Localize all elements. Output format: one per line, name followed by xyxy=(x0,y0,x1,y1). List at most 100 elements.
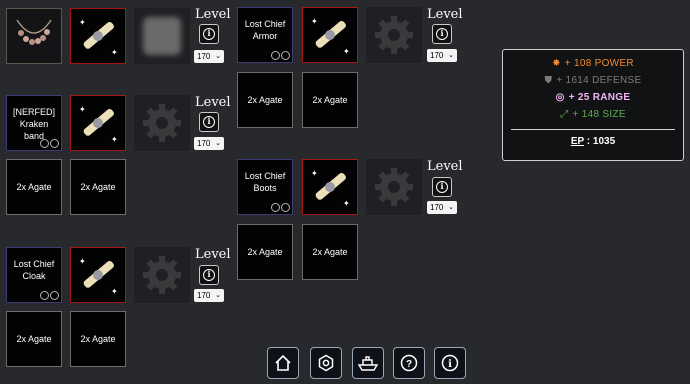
socket-circles xyxy=(40,139,59,148)
ship-icon xyxy=(357,356,379,371)
scroll-slot[interactable]: ✦ ✦ xyxy=(302,7,358,63)
level-label: Level xyxy=(427,159,463,174)
svg-text:i: i xyxy=(448,359,452,370)
settings-button[interactable] xyxy=(310,347,342,379)
info-button[interactable]: i xyxy=(432,177,452,197)
svg-text:✦: ✦ xyxy=(311,17,318,26)
stat-defense: ⛊ + 1614 DEFENSE xyxy=(503,72,683,89)
item-slot-lost-chief-boots[interactable]: Lost Chief Boots xyxy=(237,159,293,215)
info-nav-button[interactable]: i xyxy=(434,347,466,379)
scroll-slot[interactable]: ✦ ✦ xyxy=(70,247,126,303)
level-label: Level xyxy=(195,95,231,110)
shield-icon: ⛊ xyxy=(544,75,553,86)
scroll-slot[interactable]: ✦ ✦ xyxy=(70,8,126,64)
svg-text:?: ? xyxy=(406,359,412,370)
level-label: Level xyxy=(427,7,463,22)
necklace-icon xyxy=(16,19,52,45)
svg-text:✦: ✦ xyxy=(311,169,318,178)
power-icon: ✸ xyxy=(552,58,561,69)
ep-total: EP : 1035 xyxy=(503,134,683,150)
item-slot-kraken-band[interactable]: [NERFED] Kraken band xyxy=(6,95,62,151)
gem-slot[interactable]: 2x Agate xyxy=(70,159,126,215)
stat-size-text: + 148 SIZE xyxy=(572,109,626,120)
stat-power-text: + 108 POWER xyxy=(564,58,634,69)
socket-circles xyxy=(271,51,290,60)
stats-panel: ✸ + 108 POWER ⛊ + 1614 DEFENSE ◎ + 25 RANGE… xyxy=(502,49,684,161)
blurred-slot[interactable] xyxy=(134,8,190,64)
home-icon xyxy=(275,354,291,371)
stat-range-text: + 25 RANGE xyxy=(568,92,631,103)
info-button[interactable]: i xyxy=(199,24,219,44)
stat-defense-text: + 1614 DEFENSE xyxy=(556,75,642,86)
stat-size: ⤢ + 148 SIZE xyxy=(503,106,683,123)
svg-text:✦: ✦ xyxy=(111,287,118,296)
empty-upgrade-slot[interactable] xyxy=(366,7,422,63)
empty-upgrade-slot[interactable] xyxy=(134,95,190,151)
settings-icon xyxy=(318,354,334,372)
info-icon: i xyxy=(203,28,215,40)
gem-label: 2x Agate xyxy=(16,333,52,344)
svg-text:✦: ✦ xyxy=(111,135,118,144)
gear-icon xyxy=(143,256,181,294)
gem-slot[interactable]: 2x Agate xyxy=(237,224,293,280)
scroll-icon: ✦✦ xyxy=(311,17,350,56)
item-name: Lost Chief Armor xyxy=(244,19,286,42)
level-select[interactable]: 170 ⌄ xyxy=(427,49,457,62)
home-button[interactable] xyxy=(267,347,299,379)
size-icon: ⤢ xyxy=(560,109,569,120)
chevron-down-icon: ⌄ xyxy=(215,140,221,147)
info-icon: i xyxy=(203,116,215,128)
level-select[interactable]: 170 ⌄ xyxy=(194,289,224,302)
scroll-icon: ✦✦ xyxy=(79,18,118,57)
stat-power: ✸ + 108 POWER xyxy=(503,55,683,72)
level-label: Level xyxy=(195,247,231,262)
gem-slot[interactable]: 2x Agate xyxy=(6,159,62,215)
necklace-slot[interactable] xyxy=(6,8,62,64)
item-slot-lost-chief-armor[interactable]: Lost Chief Armor xyxy=(237,7,293,63)
info-icon: i xyxy=(436,28,448,40)
gem-slot[interactable]: 2x Agate xyxy=(302,224,358,280)
scroll-icon: ✦✦ xyxy=(311,169,350,208)
item-name: Lost Chief Cloak xyxy=(13,259,55,282)
item-name: [NERFED] Kraken band xyxy=(12,107,55,142)
gem-label: 2x Agate xyxy=(80,333,116,344)
ship-button[interactable] xyxy=(352,347,384,379)
chevron-down-icon: ⌄ xyxy=(448,204,454,211)
empty-upgrade-slot[interactable] xyxy=(134,247,190,303)
level-select-value: 170 xyxy=(197,139,211,148)
item-slot-lost-chief-cloak[interactable]: Lost Chief Cloak xyxy=(6,247,62,303)
level-select-value: 170 xyxy=(197,291,211,300)
gear-icon xyxy=(375,168,413,206)
gear-icon xyxy=(375,16,413,54)
gem-slot[interactable]: 2x Agate xyxy=(6,311,62,367)
info-icon: i xyxy=(203,269,215,281)
svg-text:✦: ✦ xyxy=(79,18,86,27)
info-button[interactable]: i xyxy=(199,112,219,132)
ep-label: EP xyxy=(570,136,585,147)
scroll-slot[interactable]: ✦ ✦ xyxy=(302,159,358,215)
level-select[interactable]: 170 ⌄ xyxy=(427,201,457,214)
svg-text:✦: ✦ xyxy=(79,105,86,114)
gem-slot[interactable]: 2x Agate xyxy=(237,72,293,128)
info-button[interactable]: i xyxy=(432,24,452,44)
level-select[interactable]: 170 ⌄ xyxy=(194,50,224,63)
stats-divider xyxy=(511,129,675,130)
gem-label: 2x Agate xyxy=(247,246,283,257)
gem-label: 2x Agate xyxy=(312,246,348,257)
gem-slot[interactable]: 2x Agate xyxy=(302,72,358,128)
help-button[interactable]: ? xyxy=(393,347,425,379)
scroll-icon: ✦✦ xyxy=(79,257,118,296)
svg-text:✦: ✦ xyxy=(343,199,350,208)
empty-upgrade-slot[interactable] xyxy=(366,159,422,215)
socket-circles xyxy=(271,203,290,212)
level-select[interactable]: 170 ⌄ xyxy=(194,137,224,150)
level-select-value: 170 xyxy=(197,52,211,61)
info-button[interactable]: i xyxy=(199,265,219,285)
gem-slot[interactable]: 2x Agate xyxy=(70,311,126,367)
gear-icon xyxy=(143,104,181,142)
svg-text:✦: ✦ xyxy=(343,47,350,56)
scroll-slot[interactable]: ✦ ✦ xyxy=(70,95,126,151)
chevron-down-icon: ⌄ xyxy=(215,53,221,60)
gem-label: 2x Agate xyxy=(80,181,116,192)
socket-circles xyxy=(40,291,59,300)
